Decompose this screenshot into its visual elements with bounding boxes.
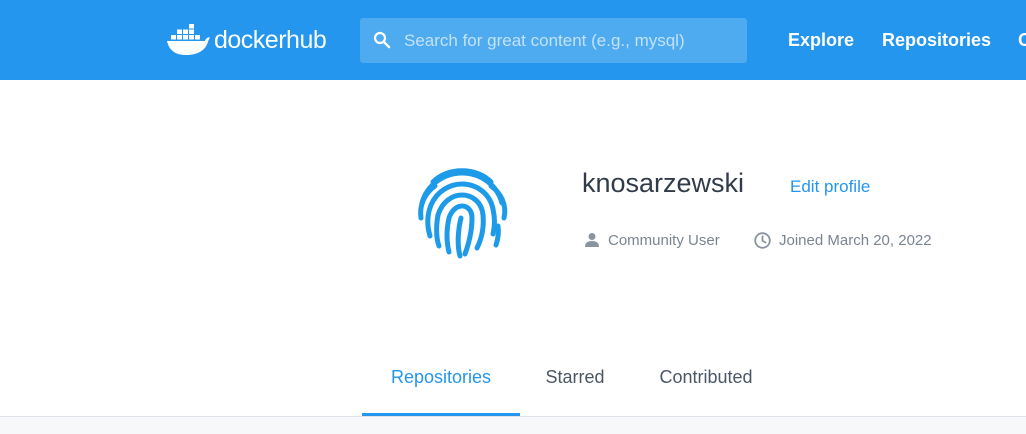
top-navbar: dockerhub Explore Repositories O bbox=[0, 0, 1026, 80]
profile-role: Community User bbox=[584, 230, 720, 250]
nav-repositories[interactable]: Repositories bbox=[882, 0, 991, 80]
logo-text-hub: hub bbox=[286, 26, 327, 54]
profile-joined-text: Joined March 20, 2022 bbox=[779, 231, 932, 249]
logo-text-docker: docker bbox=[214, 26, 287, 54]
logo-wordmark: dockerhub bbox=[214, 24, 327, 56]
search-icon bbox=[373, 31, 391, 49]
nav-organizations-truncated[interactable]: O bbox=[1018, 0, 1026, 80]
profile-joined: Joined March 20, 2022 bbox=[754, 230, 932, 250]
tab-starred[interactable]: Starred bbox=[530, 352, 620, 414]
avatar bbox=[411, 160, 513, 267]
nav-explore[interactable]: Explore bbox=[788, 0, 854, 80]
person-icon bbox=[585, 233, 599, 247]
docker-whale-icon bbox=[167, 24, 210, 55]
tab-contributed[interactable]: Contributed bbox=[645, 352, 767, 414]
profile-username: knosarzewski bbox=[582, 168, 745, 198]
search-input[interactable] bbox=[404, 18, 734, 63]
profile-role-text: Community User bbox=[608, 231, 720, 249]
edit-profile-link[interactable]: Edit profile bbox=[790, 177, 870, 197]
docker-hub-logo[interactable]: dockerhub bbox=[166, 24, 327, 56]
tab-repositories[interactable]: Repositories bbox=[362, 352, 520, 416]
content-area bbox=[0, 417, 1026, 434]
fingerprint-icon bbox=[418, 168, 508, 259]
clock-icon bbox=[754, 231, 771, 249]
search-bar[interactable] bbox=[360, 18, 747, 63]
